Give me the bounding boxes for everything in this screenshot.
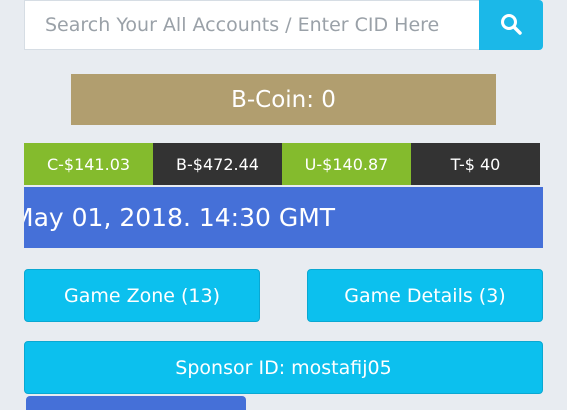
game-zone-button[interactable]: Game Zone (13)	[24, 269, 260, 322]
balance-bar: C-$141.03 B-$472.44 U-$140.87 T-$ 40	[24, 143, 540, 185]
ticker-text: May 01, 2018. 14:30 GMT	[24, 203, 336, 232]
balance-u: U-$140.87	[282, 143, 411, 185]
search-icon	[500, 13, 522, 38]
search-input[interactable]	[24, 0, 479, 50]
game-details-button[interactable]: Game Details (3)	[307, 269, 543, 322]
search-button[interactable]	[479, 0, 543, 50]
bcoin-balance: B-Coin: 0	[71, 74, 496, 125]
page: B-Coin: 0 C-$141.03 B-$472.44 U-$140.87 …	[0, 0, 567, 410]
bcoin-label: B-Coin: 0	[231, 86, 336, 113]
date-ticker: May 01, 2018. 14:30 GMT	[24, 187, 543, 248]
partial-button[interactable]	[26, 396, 246, 410]
sponsor-id-button[interactable]: Sponsor ID: mostafij05	[24, 341, 543, 394]
balance-c: C-$141.03	[24, 143, 153, 185]
search-bar	[24, 0, 543, 50]
balance-t: T-$ 40	[411, 143, 540, 185]
balance-b: B-$472.44	[153, 143, 282, 185]
